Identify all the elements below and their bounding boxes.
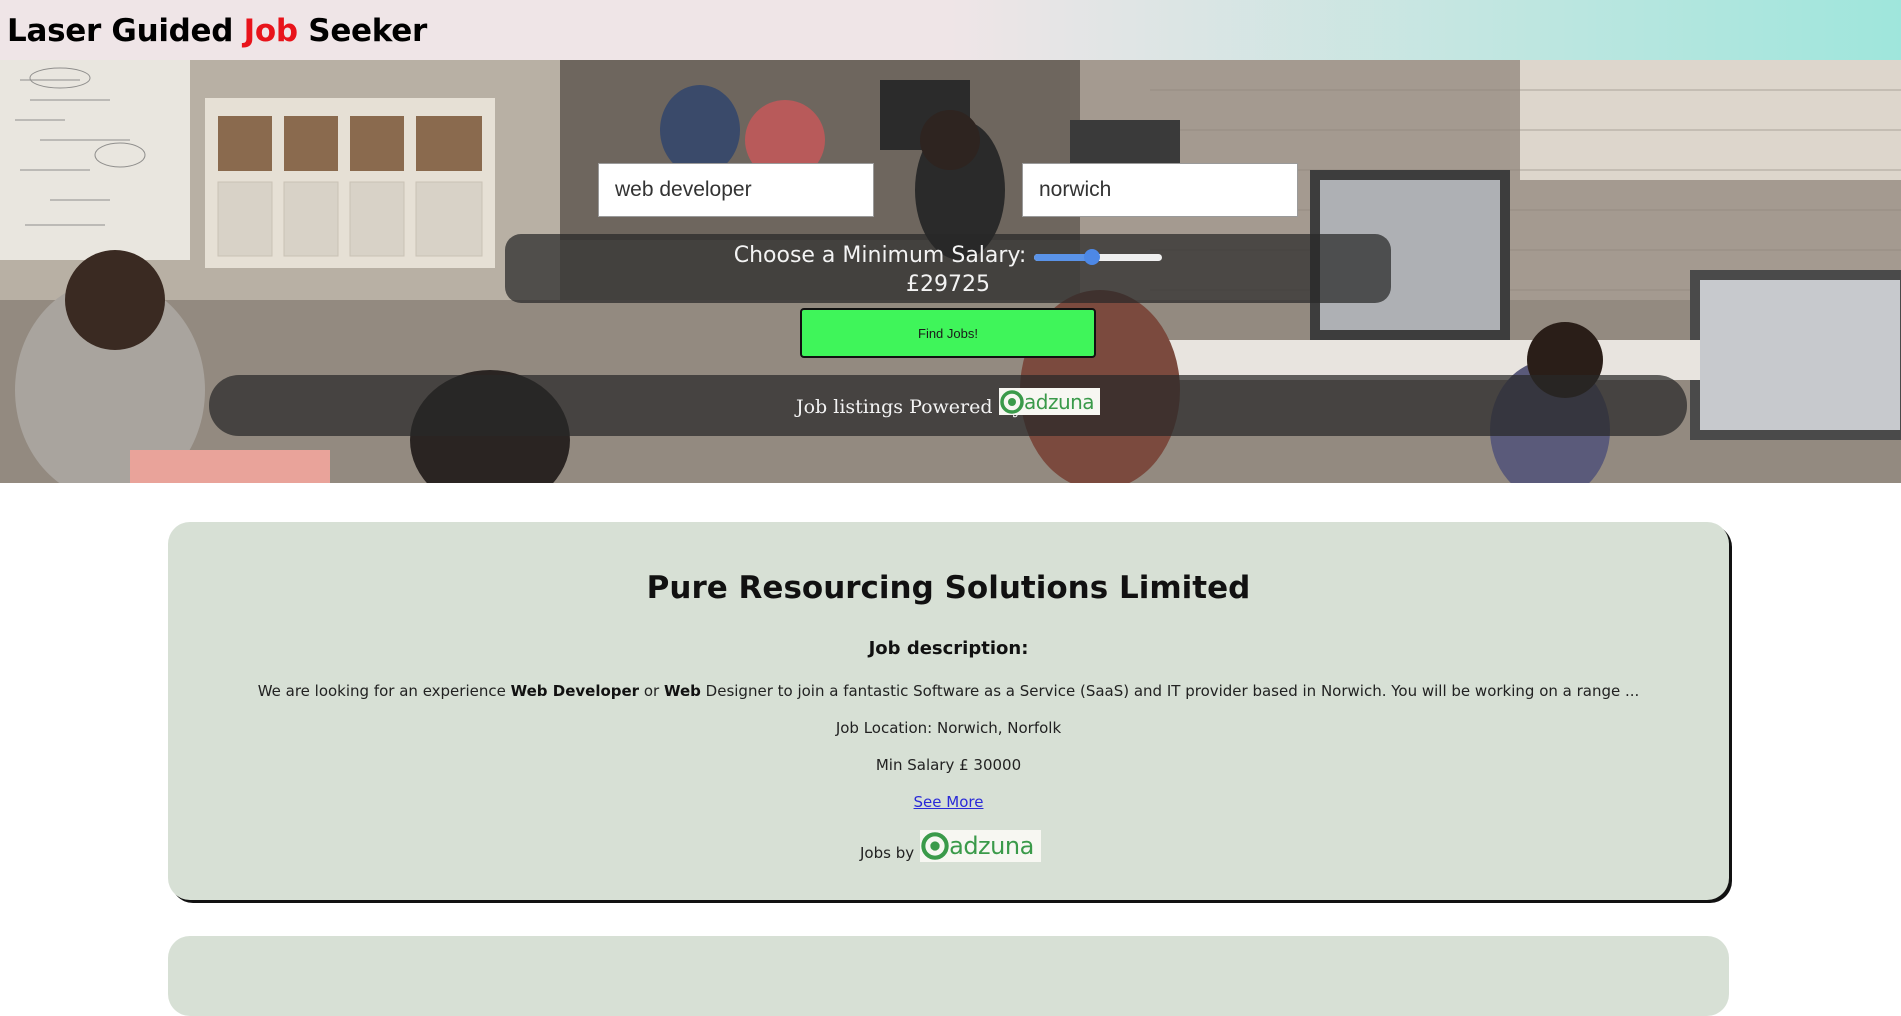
site-title: Laser Guided Job Seeker <box>7 10 427 52</box>
salary-row: Choose a Minimum Salary: <box>505 240 1391 270</box>
see-more-link[interactable]: See More <box>914 793 984 811</box>
site-title-part1: Laser Guided <box>7 13 244 49</box>
adzuna-logo[interactable]: adzuna <box>999 388 1100 415</box>
salary-slider-thumb[interactable] <box>1083 249 1100 265</box>
hero-banner: Choose a Minimum Salary: £29725 Find Job… <box>0 60 1901 483</box>
job-description: We are looking for an experience Web Dev… <box>168 682 1729 700</box>
description-post: Designer to join a fantastic Software as… <box>700 682 1640 700</box>
see-more-row: See More <box>168 793 1729 811</box>
jobs-by-label: Jobs by <box>860 844 915 862</box>
job-card: Pure Resourcing Solutions Limited Job de… <box>168 522 1729 900</box>
job-location: Job Location: Norwich, Norfolk <box>835 719 1062 737</box>
job-card-next <box>168 936 1729 1016</box>
description-bold-1: Web Developer <box>510 682 640 700</box>
find-jobs-button[interactable]: Find Jobs! <box>800 308 1096 358</box>
location-input[interactable] <box>1022 163 1298 217</box>
salary-value: £29725 <box>906 272 990 297</box>
adzuna-logo-card[interactable]: adzuna <box>920 830 1042 862</box>
description-mid: or <box>639 682 664 700</box>
adzuna-swirl-icon <box>921 832 949 860</box>
description-pre: We are looking for an experience <box>257 682 511 700</box>
job-min-salary: Min Salary £ 30000 <box>875 756 1022 774</box>
site-title-accent: Job <box>243 13 298 49</box>
site-title-part2: Seeker <box>297 13 427 49</box>
description-heading: Job description: <box>868 638 1029 659</box>
description-bold-2: Web <box>663 682 701 700</box>
powered-by-panel: Job listings Powered By adzuna <box>209 375 1687 436</box>
salary-label: Choose a Minimum Salary: <box>733 242 1027 268</box>
keyword-input[interactable] <box>598 163 874 217</box>
salary-slider[interactable] <box>1034 248 1163 266</box>
adzuna-logo-text: adzuna <box>1024 389 1095 414</box>
powered-by-text: Job listings Powered By <box>796 396 1024 418</box>
salary-panel: Choose a Minimum Salary: £29725 <box>505 234 1391 303</box>
top-bar: Laser Guided Job Seeker <box>0 0 1901 60</box>
adzuna-logo-text: adzuna <box>949 832 1034 860</box>
company-name: Pure Resourcing Solutions Limited <box>646 570 1251 606</box>
jobs-by-row: Jobs by adzuna <box>860 828 1042 862</box>
adzuna-swirl-icon <box>1000 389 1024 414</box>
